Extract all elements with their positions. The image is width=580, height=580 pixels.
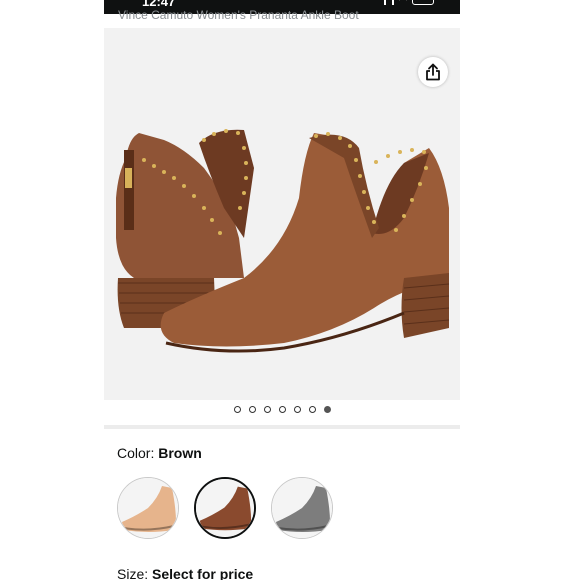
color-swatch[interactable] [117, 477, 179, 539]
phone-screen: 12:47 Vince Camuto Women's Prananta Ankl… [104, 0, 460, 580]
color-swatches [117, 477, 333, 539]
color-swatch[interactable] [194, 477, 256, 539]
swatch-boot-image [272, 478, 332, 538]
share-button[interactable] [418, 57, 448, 87]
product-image-boot [116, 129, 450, 353]
section-divider [104, 425, 460, 429]
gallery-dot[interactable] [263, 406, 271, 413]
gallery-dot[interactable] [278, 406, 286, 413]
size-label: Size: Select for price [117, 566, 253, 580]
color-label: Color: Brown [117, 445, 202, 461]
size-value[interactable]: Select for price [152, 566, 253, 580]
signal-icon [384, 0, 394, 5]
size-label-text: Size: [117, 566, 153, 580]
color-value: Brown [158, 445, 202, 461]
swatch-boot-image [118, 478, 178, 538]
gallery-dot[interactable] [308, 406, 316, 413]
color-label-text: Color: [117, 445, 159, 461]
share-icon [426, 63, 440, 81]
wifi-icon [399, 0, 407, 5]
gallery-dot[interactable] [233, 406, 241, 413]
gallery-pagination [104, 406, 460, 413]
battery-icon [412, 0, 434, 5]
color-swatch[interactable] [271, 477, 333, 539]
swatch-boot-image [196, 479, 253, 536]
product-title: Vince Camuto Women's Prananta Ankle Boot [118, 8, 359, 22]
gallery-dot[interactable] [293, 406, 301, 413]
gallery-dot[interactable] [323, 406, 331, 413]
gallery-dot[interactable] [248, 406, 256, 413]
status-icons [384, 0, 434, 5]
product-image-gallery[interactable] [104, 28, 460, 400]
